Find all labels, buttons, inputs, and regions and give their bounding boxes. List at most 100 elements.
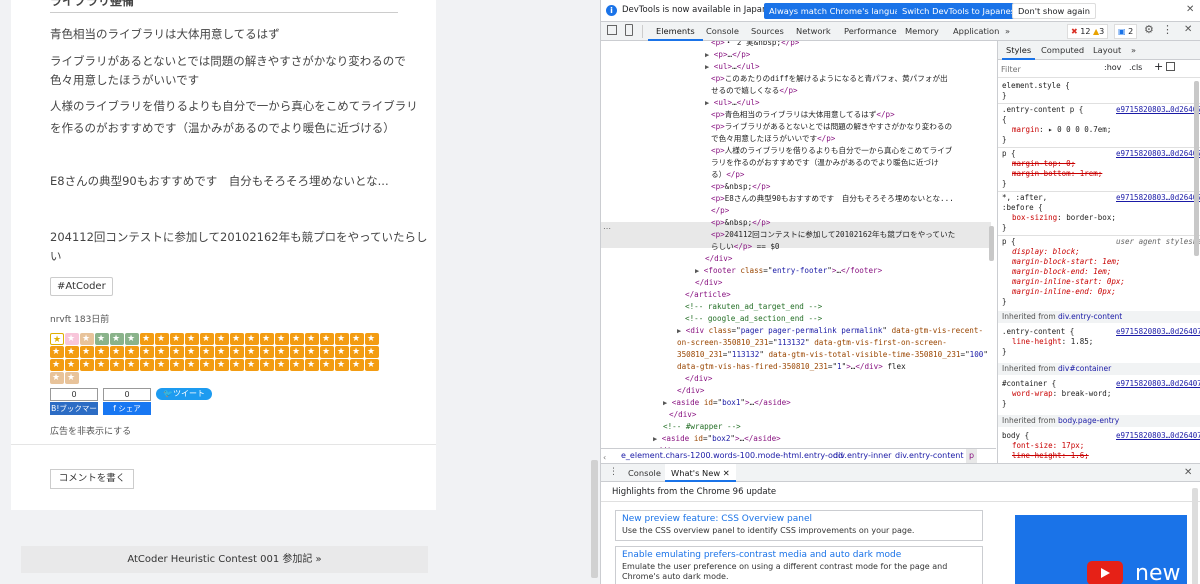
facebook-share-button[interactable]: 0 f シェア xyxy=(103,388,151,415)
dom-line[interactable]: ラリを作るのがおすすめです（温かみがあるのでより暖色に近づけ xyxy=(711,157,939,169)
more-tabs[interactable]: » xyxy=(1005,22,1010,41)
rule-6-declaration[interactable]: word-wrap: break-word; xyxy=(1012,389,1111,399)
inspect-element-icon[interactable] xyxy=(607,25,617,35)
star-icon[interactable] xyxy=(185,346,199,358)
star-icon[interactable] xyxy=(80,346,94,358)
rule-2-decl-2[interactable]: margin-bottom: 1rem; xyxy=(1012,169,1102,179)
rule-3-selector[interactable]: *, :after, xyxy=(1002,193,1047,203)
star-icon[interactable] xyxy=(320,333,334,345)
rule-6-source[interactable]: e9715820803…0d26407f:14 xyxy=(1116,379,1200,389)
dom-line[interactable]: <p>E8さんの典型90もおすすめです 自分もそろそろ埋めないとな... xyxy=(711,193,954,205)
star-icon[interactable] xyxy=(125,359,139,371)
rule-4-decl-1[interactable]: display: block; xyxy=(1012,247,1080,257)
rule-4-decl-5[interactable]: margin-inline-end: 0px; xyxy=(1012,287,1116,297)
dom-line[interactable]: <!-- #wrapper --> xyxy=(663,421,741,433)
dom-line[interactable]: </div> xyxy=(695,277,722,289)
new-rule-icon[interactable]: + xyxy=(1154,60,1163,73)
dom-line[interactable]: <p>&nbsp;</p> xyxy=(711,217,770,229)
ellipsis-icon[interactable]: ⋯ xyxy=(603,224,611,233)
dom-scrollbar[interactable] xyxy=(989,226,994,261)
star-icon[interactable] xyxy=(50,372,64,384)
star-icon[interactable] xyxy=(80,333,94,345)
star-icon[interactable] xyxy=(245,346,259,358)
dom-line[interactable]: <!-- google_ad_section_end --> xyxy=(685,313,822,325)
feature-card-prefers-contrast[interactable]: Enable emulating prefers-contrast media … xyxy=(615,546,983,584)
rule-2-decl-1[interactable]: margin-top: 0; xyxy=(1012,159,1075,169)
rule-5-source[interactable]: e9715820803…0d26407f:14 xyxy=(1116,327,1200,337)
hov-toggle[interactable]: :hov xyxy=(1104,63,1121,72)
inherited-element[interactable]: body.page-entry xyxy=(1058,416,1119,425)
star-icon[interactable] xyxy=(365,359,379,371)
dom-line[interactable]: <p>人様のライブラリを借りるよりも自分で一から真心をこめてライブ xyxy=(711,145,952,157)
star-icon[interactable] xyxy=(185,333,199,345)
dom-line[interactable]: <!-- rakuten_ad_target_end --> xyxy=(685,301,822,313)
star-icon[interactable] xyxy=(110,346,124,358)
star-icon[interactable] xyxy=(170,333,184,345)
star-icon[interactable] xyxy=(335,359,349,371)
star-icon[interactable] xyxy=(155,346,169,358)
rule-5-selector[interactable]: .entry-content { xyxy=(1002,327,1074,337)
dom-line[interactable]: ▶ <aside id="box1">…</aside> xyxy=(663,397,791,409)
dom-tree[interactable]: ⋯ <p>・ 2 実&nbsp;</p> ▶ <p>…</p> ▶ <ul>…</u… xyxy=(601,41,997,448)
breadcrumb-item-1[interactable]: e_element.chars-1200.words-100.mode-html… xyxy=(621,449,843,463)
dom-line[interactable]: on-screen-350810_231="113132" data-gtm-v… xyxy=(677,337,947,349)
star-icon[interactable] xyxy=(290,333,304,345)
breadcrumb-item-3[interactable]: div.entry-content xyxy=(895,449,963,463)
dom-line[interactable]: らしい</p> == $0 xyxy=(711,241,780,253)
gear-icon[interactable]: ⚙ xyxy=(1144,23,1154,36)
star-icon[interactable] xyxy=(65,359,79,371)
always-match-language-button[interactable]: Always match Chrome's language xyxy=(764,3,916,19)
dom-line[interactable]: ▶ <div class="pager pager-permalink perm… xyxy=(677,325,983,337)
tab-styles[interactable]: Styles xyxy=(1002,41,1036,60)
star-icon[interactable] xyxy=(50,333,64,346)
dom-line[interactable]: data-gtm-vis-has-fired-350810_231="1">…<… xyxy=(677,361,906,373)
computed-sidebar-icon[interactable] xyxy=(1166,62,1175,71)
rule-3-source[interactable]: e9715820803…0d26407f:14 xyxy=(1116,193,1200,203)
star-icon[interactable] xyxy=(155,333,169,345)
element-style-rule[interactable]: element.style { xyxy=(1002,81,1070,91)
star-icon[interactable] xyxy=(275,333,289,345)
rule-2-selector[interactable]: p { xyxy=(1002,149,1016,159)
inherited-element[interactable]: div#container xyxy=(1058,364,1111,373)
star-icon[interactable] xyxy=(65,372,79,384)
star-icon[interactable] xyxy=(245,359,259,371)
star-icon[interactable] xyxy=(200,346,214,358)
hatena-bookmark-button[interactable]: 0 B!ブックマーク xyxy=(50,388,98,426)
close-tab-icon[interactable]: ✕ xyxy=(723,468,730,478)
rule-4-decl-3[interactable]: margin-block-end: 1em; xyxy=(1012,267,1111,277)
rule-4-decl-2[interactable]: margin-block-start: 1em; xyxy=(1012,257,1120,267)
star-icon[interactable] xyxy=(140,346,154,358)
star-icon[interactable] xyxy=(275,346,289,358)
rule-7-source[interactable]: e9715820803…0d26407f:14 xyxy=(1116,431,1200,441)
dom-line[interactable]: 350810_231="113132" data-gtm-vis-total-v… xyxy=(677,349,988,361)
tab-elements[interactable]: Elements xyxy=(648,22,703,41)
tab-application[interactable]: Application xyxy=(953,22,999,41)
star-icon[interactable] xyxy=(335,333,349,345)
rule-4-selector[interactable]: p { xyxy=(1002,237,1016,247)
star-icon[interactable] xyxy=(125,333,139,345)
star-icon[interactable] xyxy=(305,359,319,371)
tab-more[interactable]: » xyxy=(1131,41,1136,60)
star-icon[interactable] xyxy=(95,359,109,371)
tab-computed[interactable]: Computed xyxy=(1041,41,1084,60)
messages-counter[interactable]: ▣ 2 xyxy=(1114,24,1138,39)
tweet-button[interactable]: 🐦ツイート xyxy=(156,388,212,400)
hide-ads-link[interactable]: 広告を非表示にする xyxy=(50,424,131,437)
star-icon[interactable] xyxy=(215,346,229,358)
write-comment-button[interactable]: コメントを書く xyxy=(50,469,134,489)
star-icon[interactable] xyxy=(305,346,319,358)
author-meta[interactable]: nrvft 183日前 xyxy=(50,312,109,325)
star-icon[interactable] xyxy=(320,359,334,371)
star-icon[interactable] xyxy=(350,359,364,371)
star-icon[interactable] xyxy=(290,359,304,371)
rule-7-decl-2[interactable]: line-height: 1.6; xyxy=(1012,451,1089,461)
feature-title[interactable]: Enable emulating prefers-contrast media … xyxy=(622,550,901,560)
dom-line[interactable]: ▶ <ul>…</ul> xyxy=(705,97,760,109)
star-icon[interactable] xyxy=(215,333,229,345)
star-icon[interactable] xyxy=(65,346,79,358)
star-icon[interactable] xyxy=(80,359,94,371)
star-icon[interactable] xyxy=(95,346,109,358)
styles-filter-input[interactable] xyxy=(1001,63,1091,75)
tab-memory[interactable]: Memory xyxy=(905,22,939,41)
star-icon[interactable] xyxy=(170,359,184,371)
